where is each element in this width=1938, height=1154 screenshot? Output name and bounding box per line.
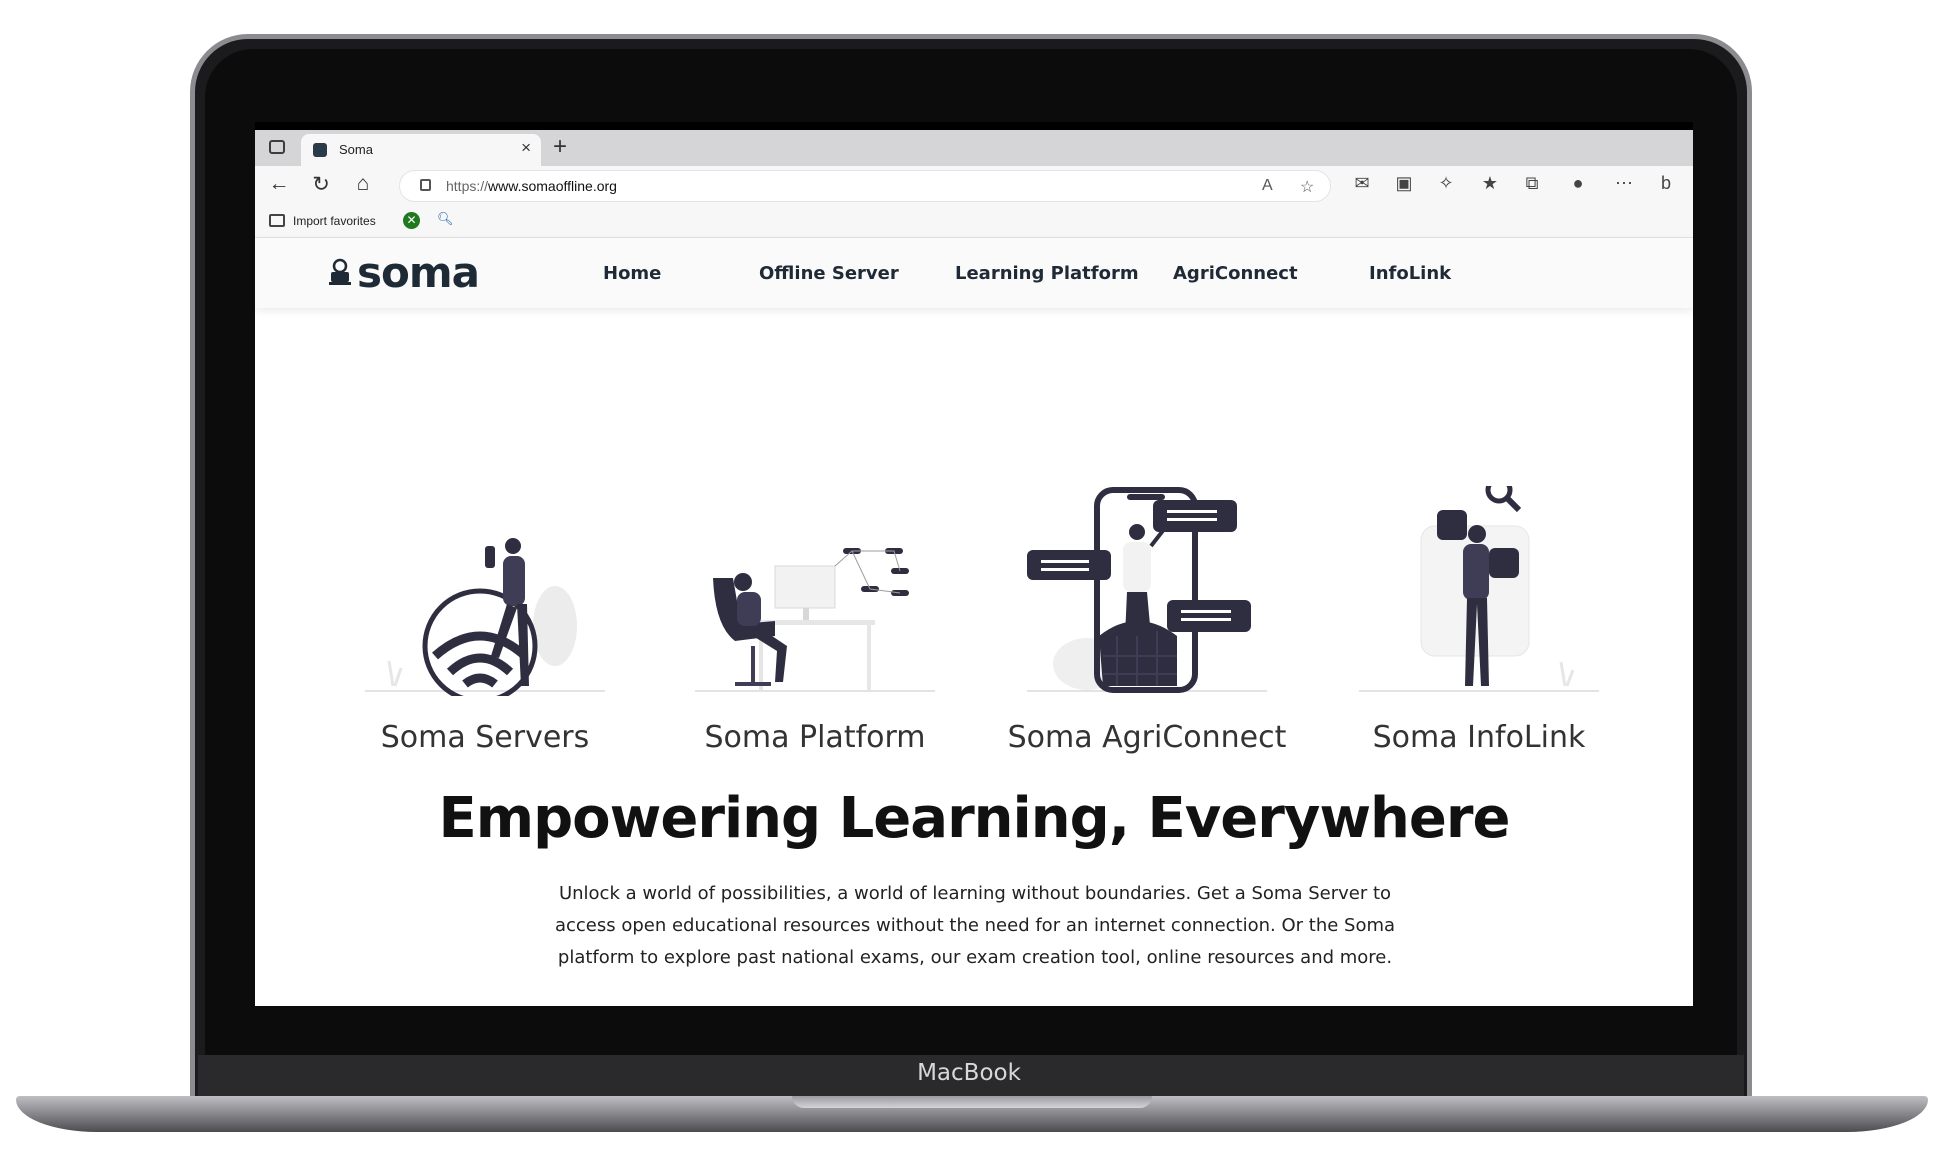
- device-brand: MacBook: [917, 1060, 1021, 1086]
- url-text: https://www.somaoffline.org: [446, 178, 617, 194]
- home-icon[interactable]: ⌂: [349, 172, 377, 196]
- reload-icon[interactable]: ↻: [307, 172, 335, 197]
- macbook-mockup: MacBook Soma × + ← ↻ ⌂ https://www.somao…: [0, 0, 1938, 1154]
- platform-illustration: [695, 548, 935, 692]
- lock-icon: [420, 179, 431, 191]
- more-options-icon[interactable]: ⋯: [1611, 173, 1637, 194]
- back-icon[interactable]: ←: [265, 172, 293, 196]
- favorites-bar: Import favorites ✕ 🔍︎: [255, 206, 1693, 238]
- import-favorites-icon: [269, 214, 285, 227]
- extensions-puzzle-icon[interactable]: ✧: [1433, 173, 1459, 194]
- favorites-icon[interactable]: ★: [1477, 173, 1503, 194]
- import-favorites-link[interactable]: Import favorites: [293, 214, 376, 228]
- nav-infolink[interactable]: InfoLink: [1369, 263, 1451, 284]
- add-favorite-icon[interactable]: ☆: [1300, 177, 1314, 197]
- read-aloud-icon[interactable]: A: [1262, 177, 1273, 195]
- infolink-illustration: [1359, 486, 1599, 692]
- collections-icon[interactable]: ⧉: [1519, 173, 1545, 194]
- xbox-icon[interactable]: ✕: [403, 212, 420, 229]
- hero-title: Empowering Learning, Everywhere: [438, 786, 1510, 851]
- servers-illustration: [365, 538, 605, 696]
- card-title-agriconnect[interactable]: Soma AgriConnect: [997, 720, 1297, 755]
- soma-logo-icon: [329, 258, 351, 285]
- tab-bar: Soma × +: [255, 130, 1693, 166]
- tab-soma[interactable]: Soma ×: [301, 134, 541, 166]
- main-content: Soma Servers Soma Platform Soma AgriConn…: [255, 316, 1693, 1006]
- extension-icon[interactable]: ▣: [1391, 173, 1417, 194]
- bing-copilot-icon[interactable]: b: [1653, 173, 1679, 194]
- nav-offline-server[interactable]: Offline Server: [759, 263, 899, 284]
- laptop-notch: [792, 1096, 1152, 1108]
- nav-agriconnect[interactable]: AgriConnect: [1173, 263, 1298, 284]
- card-title-servers[interactable]: Soma Servers: [335, 720, 635, 755]
- card-title-infolink[interactable]: Soma InfoLink: [1329, 720, 1629, 755]
- card-title-platform[interactable]: Soma Platform: [665, 720, 965, 755]
- tab-title: Soma: [339, 142, 373, 157]
- browser-toolbar: ← ↻ ⌂ https://www.somaoffline.org A ☆ ✉ …: [255, 166, 1693, 206]
- address-bar[interactable]: https://www.somaoffline.org A ☆: [399, 170, 1331, 202]
- agriconnect-illustration: [1027, 487, 1267, 693]
- soma-favicon-icon: [313, 143, 327, 157]
- browser-window: Soma × + ← ↻ ⌂ https://www.somaoffline.o…: [255, 122, 1693, 1006]
- hero-description: Unlock a world of possibilities, a world…: [554, 883, 1396, 968]
- profile-avatar-icon[interactable]: ●: [1565, 173, 1591, 194]
- search-icon[interactable]: 🔍︎: [437, 211, 454, 227]
- new-tab-icon[interactable]: +: [553, 133, 567, 161]
- close-tab-icon[interactable]: ×: [521, 138, 531, 158]
- tab-actions-icon[interactable]: [269, 140, 285, 154]
- mail-extension-icon[interactable]: ✉: [1349, 173, 1375, 194]
- nav-home[interactable]: Home: [603, 263, 661, 284]
- site-logo[interactable]: soma: [357, 248, 480, 297]
- site-header: soma Home Offline Server Learning Platfo…: [255, 238, 1693, 308]
- nav-learning-platform[interactable]: Learning Platform: [955, 263, 1139, 284]
